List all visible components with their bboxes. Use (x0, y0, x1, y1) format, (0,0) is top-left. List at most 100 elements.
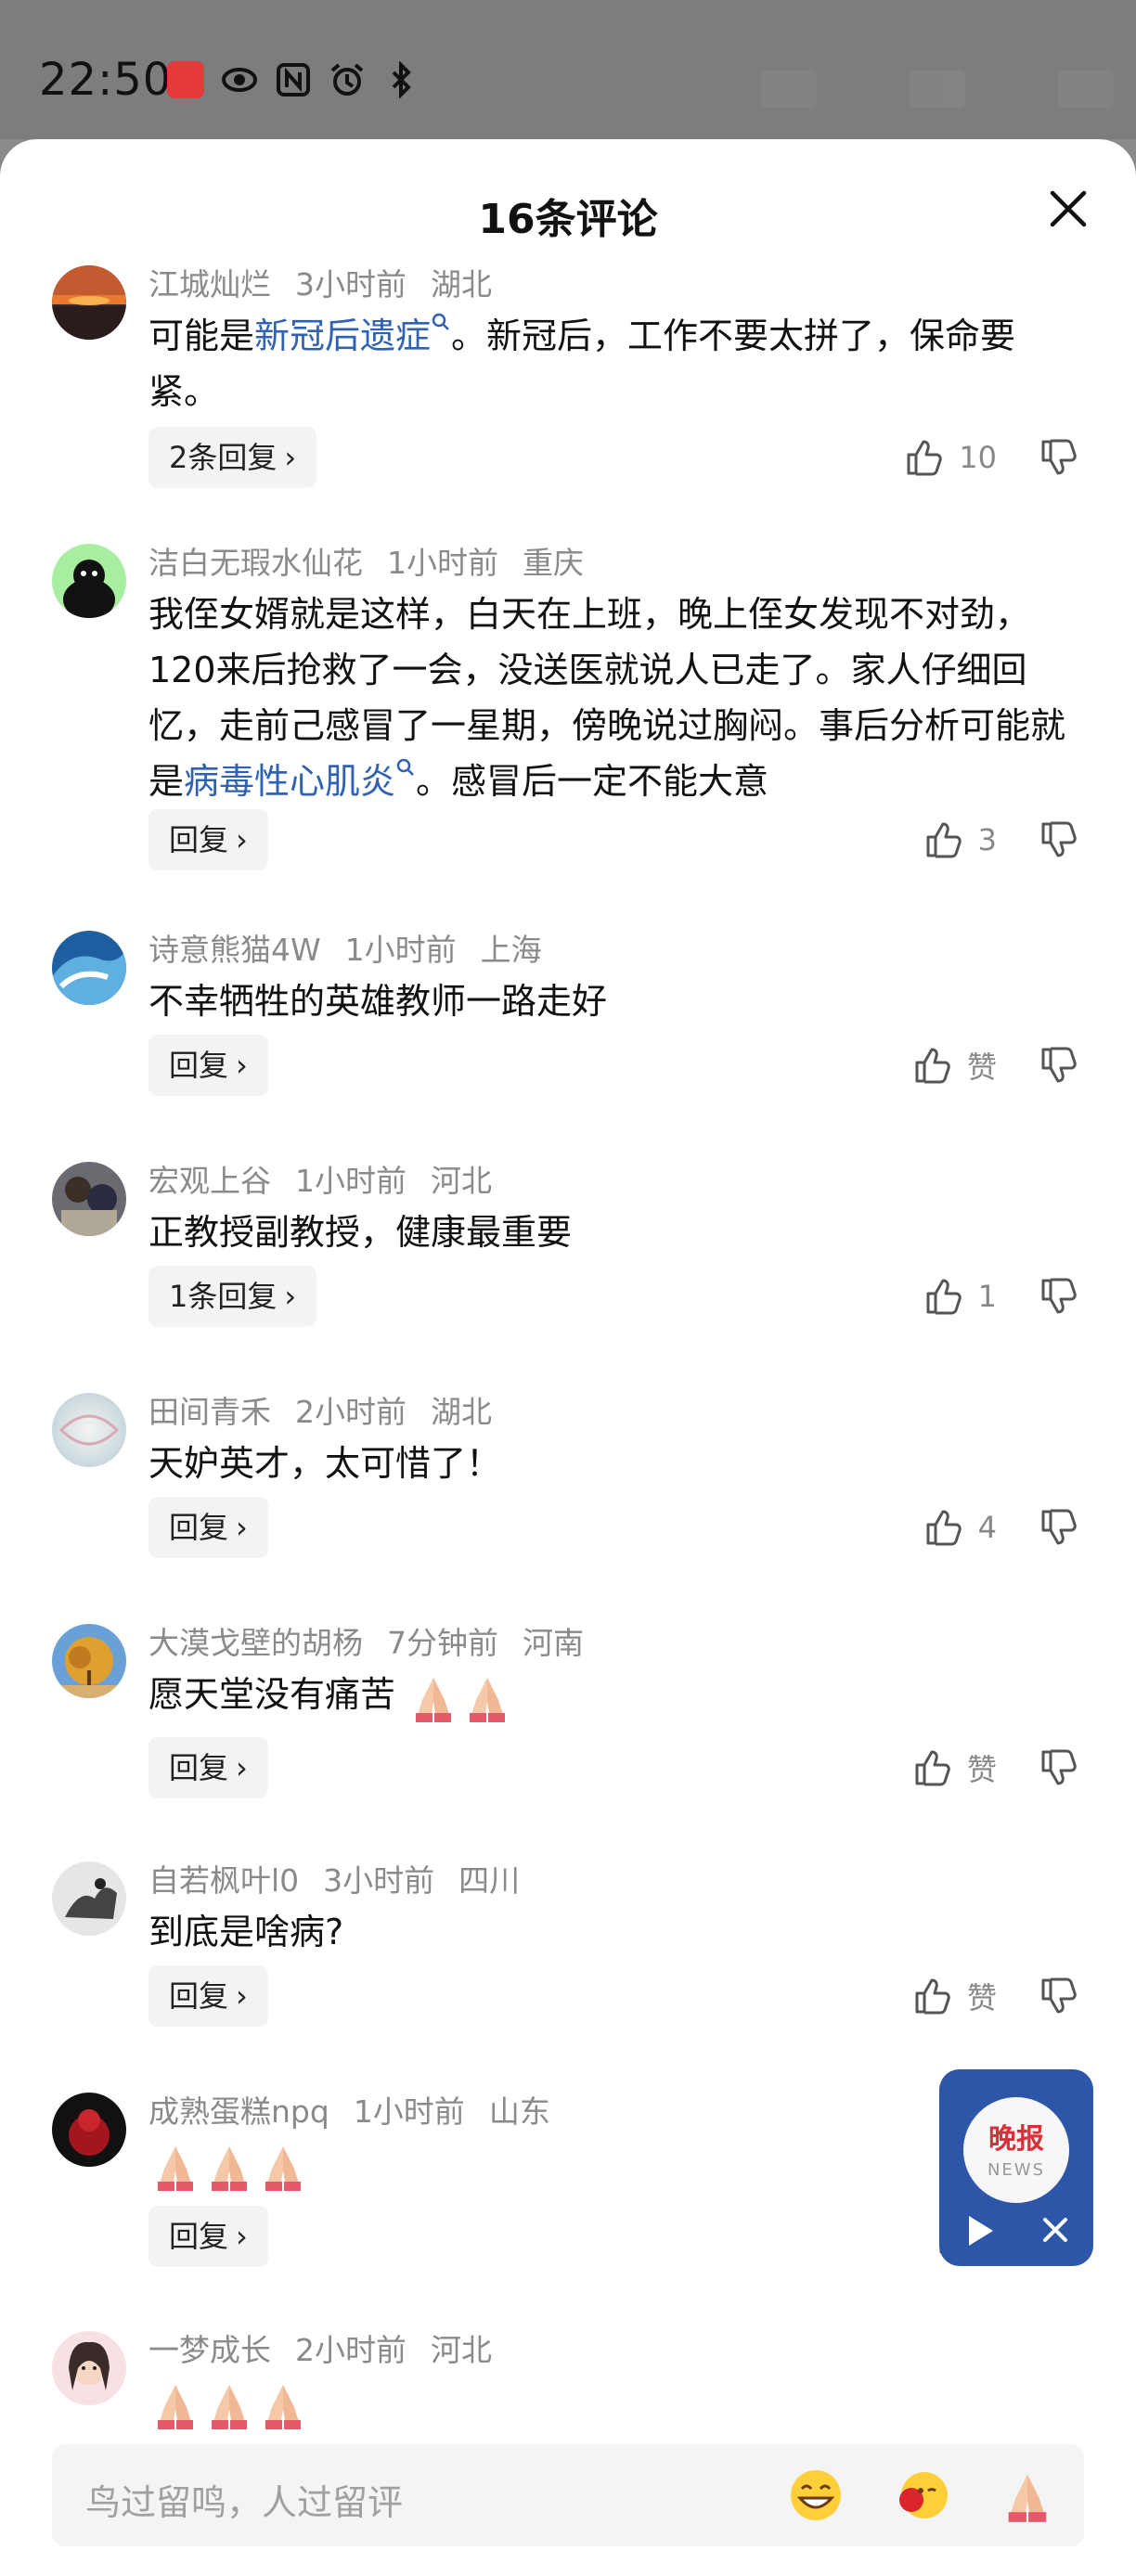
thumbs-down-icon (1041, 1749, 1077, 1785)
dislike-button[interactable] (1038, 1497, 1080, 1558)
topic-link[interactable]: 新冠后遗症 (254, 313, 451, 356)
eye-icon (222, 68, 257, 92)
alarm-icon (330, 63, 364, 96)
thumbs-down-icon (1041, 1977, 1077, 2014)
comment-time: 2小时前 (295, 2332, 407, 2368)
news-audio-widget[interactable]: 晚报 NEWS (939, 2069, 1093, 2266)
reply-button[interactable]: 2条回复 › (148, 427, 317, 488)
comment-location: 上海 (480, 932, 542, 968)
username[interactable]: 大漠戈壁的胡杨 (148, 1625, 363, 1661)
comment-location: 河北 (431, 1163, 492, 1199)
dislike-button[interactable] (1038, 1737, 1080, 1798)
close-icon[interactable] (1047, 187, 1090, 230)
reply-button[interactable]: 回复 › (148, 1497, 268, 1558)
chevron-right-icon: › (284, 1279, 297, 1314)
huawei-app-icon (167, 61, 204, 98)
thumbs-up-icon (926, 1279, 962, 1315)
like-button[interactable]: 3 (923, 809, 997, 870)
username[interactable]: 田间青禾 (148, 1394, 271, 1430)
reply-button[interactable]: 回复 › (148, 1965, 268, 2027)
reply-button[interactable]: 回复 › (148, 809, 268, 870)
folded-hands-emoji (470, 1677, 506, 1722)
thumbs-up-icon (907, 440, 943, 476)
username[interactable]: 洁白无瑕水仙花 (148, 545, 363, 581)
avatar[interactable] (52, 2331, 126, 2405)
comment-input[interactable]: 鸟过留鸣，人过留评 (52, 2444, 1084, 2546)
like-button[interactable]: 赞 (911, 1737, 997, 1798)
comment-location: 湖北 (431, 1394, 492, 1430)
dislike-button[interactable] (1038, 1035, 1080, 1096)
thumbs-down-icon (1041, 1047, 1077, 1083)
topic-link[interactable]: 病毒性心肌炎 (184, 758, 416, 802)
folded-hands-emoji (158, 2384, 193, 2429)
like-count: 3 (977, 822, 997, 857)
username[interactable]: 宏观上谷 (148, 1163, 271, 1199)
avatar[interactable] (52, 2093, 126, 2167)
like-button[interactable]: 赞 (911, 1035, 997, 1096)
username[interactable]: 诗意熊猫4W (148, 932, 321, 968)
avatar[interactable] (52, 544, 126, 618)
comment-meta: 大漠戈壁的胡杨 7分钟前 河南 (148, 1618, 608, 1663)
comment-time: 1小时前 (387, 545, 498, 581)
avatar[interactable] (52, 931, 126, 1005)
reply-button[interactable]: 1条回复 › (148, 1266, 317, 1327)
nfc-icon (277, 63, 310, 97)
chevron-right-icon: › (236, 1510, 248, 1545)
like-button[interactable]: 1 (923, 1266, 997, 1327)
status-bar: 22:50 (0, 0, 1136, 139)
status-icons (167, 61, 420, 98)
comment-input-placeholder: 鸟过留鸣，人过留评 (85, 2482, 404, 2523)
thumbs-up-icon (915, 1750, 950, 1786)
avatar[interactable] (52, 1393, 126, 1467)
dislike-button[interactable] (1038, 1965, 1080, 2027)
dislike-button[interactable] (1038, 809, 1080, 870)
thumbs-down-icon (1041, 821, 1077, 857)
comment-text: 不幸牺牲的英雄教师一路走好 (148, 981, 608, 1022)
reply-button[interactable]: 回复 › (148, 2206, 268, 2267)
reply-label: 回复 (169, 822, 229, 857)
comment-time: 1小时前 (344, 932, 457, 968)
avatar[interactable] (52, 1162, 126, 1236)
like-count: 赞 (966, 1980, 997, 2016)
folded-hands-emoji (212, 2384, 247, 2429)
comment-time: 7分钟前 (387, 1625, 498, 1661)
avatar[interactable] (52, 1861, 126, 1936)
play-icon[interactable] (960, 2210, 1000, 2251)
reply-label: 2条回复 (169, 440, 278, 475)
topic-link-label: 病毒性心肌炎 (184, 761, 396, 802)
grin-emoji[interactable] (787, 2467, 845, 2524)
comment-text: 我侄女婿就是这样，白天在上班，晚上侄女发现不对劲，120来后抢救了一会，没送医就… (148, 586, 1086, 809)
like-count: 赞 (966, 1050, 997, 1085)
avatar[interactable] (52, 1624, 126, 1698)
text-segment: 愿天堂没有痛苦 (148, 1674, 396, 1715)
username[interactable]: 江城灿烂 (148, 266, 271, 303)
flower-kiss-emoji[interactable] (893, 2467, 950, 2524)
folded-hands-emoji (158, 2145, 193, 2191)
comment-text: 天妒英才，太可惜了！ (148, 1443, 502, 1484)
folded-hands-emoji[interactable] (999, 2467, 1056, 2524)
avatar[interactable] (52, 265, 126, 340)
username[interactable]: 成熟蛋糕npq (148, 2093, 329, 2130)
dislike-button[interactable] (1038, 427, 1080, 488)
comment-time: 1小时前 (295, 1163, 407, 1199)
comment-text: 可能是新冠后遗症 。新冠后，工作不要太拼了，保命要紧。 (148, 308, 1086, 419)
quick-emoji-bar (787, 2467, 1056, 2524)
comment-text: 愿天堂没有痛苦 (148, 1667, 1086, 1724)
reply-button[interactable]: 回复 › (148, 1737, 268, 1798)
username[interactable]: 一梦成长 (148, 2332, 271, 2368)
like-button[interactable]: 4 (923, 1497, 997, 1558)
thumbs-up-icon (926, 822, 962, 858)
comment-location: 四川 (458, 1862, 521, 1899)
like-count: 1 (977, 1279, 997, 1314)
close-icon[interactable] (1039, 2214, 1071, 2246)
thumbs-up-icon (915, 1978, 950, 2015)
reply-label: 回复 (169, 1048, 229, 1083)
like-button[interactable]: 10 (903, 427, 997, 488)
bluetooth-icon (392, 61, 411, 98)
username[interactable]: 自若枫叶l0 (148, 1862, 299, 1899)
dislike-button[interactable] (1038, 1266, 1080, 1327)
reply-button[interactable]: 回复 › (148, 1035, 268, 1096)
like-button[interactable]: 赞 (911, 1965, 997, 2027)
comment-text: 到底是啥病? (148, 1912, 344, 1952)
folded-hands-emoji (265, 2145, 301, 2191)
